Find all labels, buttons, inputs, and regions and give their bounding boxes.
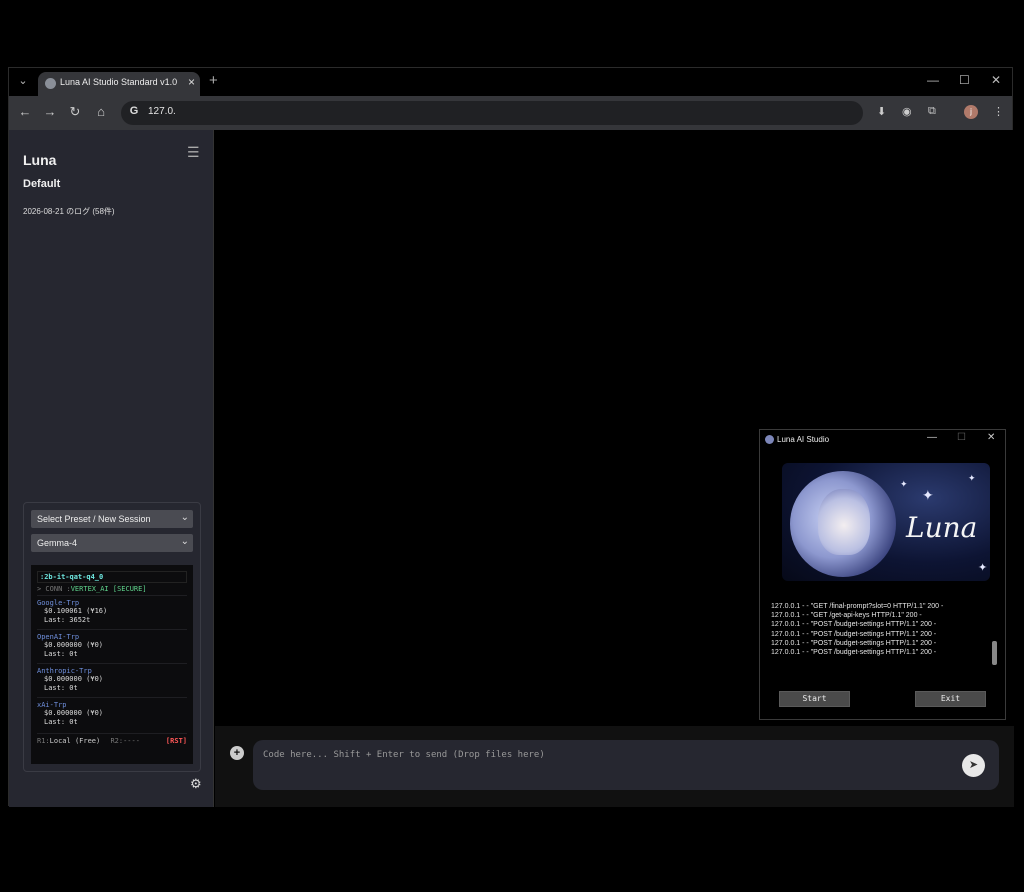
log-line: 127.0.0.1 - - "POST /budget-settings HTT… bbox=[771, 630, 937, 638]
hamburger-icon[interactable]: ☰ bbox=[187, 144, 200, 161]
forward-icon[interactable]: → bbox=[42, 104, 58, 119]
brand-wordmark: Luna bbox=[906, 511, 978, 544]
download-icon[interactable]: ⬇ bbox=[877, 105, 886, 118]
star-icon: ✦ bbox=[978, 562, 988, 574]
star-icon: ✦ bbox=[968, 473, 976, 483]
app-title: Luna AI Studio bbox=[777, 435, 830, 444]
reload-icon[interactable]: ↻ bbox=[67, 104, 83, 120]
provider-xai: xAi-Trp $0.000000 (¥0) Last: 0t bbox=[37, 697, 187, 729]
tab-strip: ⌄ Luna AI Studio Standard v1.0 × + — ☐ ✕ bbox=[9, 68, 1012, 96]
minimize-icon[interactable]: — bbox=[927, 432, 937, 443]
session-panel: Select Preset / New Session ⌄ Gemma-4 ⌄ … bbox=[23, 502, 201, 772]
provider-openai: OpenAI-Trp $0.000000 (¥0) Last: 0t bbox=[37, 629, 187, 661]
provider-last: Last: 0t bbox=[44, 718, 78, 726]
sidebar-title: Luna bbox=[23, 152, 57, 168]
star-icon: ✦ bbox=[922, 487, 934, 503]
provider-cost: $0.000000 (¥0) bbox=[44, 675, 104, 683]
r2-label: R2:---- bbox=[110, 737, 140, 745]
provider-cost: $0.000000 (¥0) bbox=[44, 641, 104, 649]
conn-value: VERTEX_AI [SECURE] bbox=[70, 585, 147, 593]
window-close-icon[interactable]: ✕ bbox=[991, 73, 1001, 87]
reset-button[interactable]: [RST] bbox=[166, 737, 187, 745]
provider-cost: $0.100061 (¥16) bbox=[44, 607, 108, 615]
send-icon[interactable]: ➤ bbox=[962, 754, 985, 777]
url-text[interactable]: 127.0. bbox=[148, 106, 176, 117]
maximize-icon[interactable]: ☐ bbox=[959, 73, 970, 87]
profile-avatar[interactable]: j bbox=[964, 105, 978, 119]
extensions-icon[interactable]: ⧉ bbox=[928, 105, 936, 118]
provider-anthropic: Anthropic-Trp $0.000000 (¥0) Last: 0t bbox=[37, 663, 187, 695]
back-icon[interactable]: ← bbox=[17, 104, 33, 119]
character-illustration bbox=[818, 489, 870, 555]
log-line: 127.0.0.1 - - "POST /budget-settings HTT… bbox=[771, 639, 937, 647]
maximize-icon: ☐ bbox=[957, 432, 966, 443]
provider-name: xAi-Trp bbox=[37, 701, 67, 709]
plus-icon[interactable]: + bbox=[230, 746, 244, 760]
provider-name: Google-Trp bbox=[37, 599, 80, 607]
minimize-icon[interactable]: — bbox=[927, 73, 939, 87]
gear-icon[interactable]: ⚙ bbox=[190, 776, 202, 792]
close-icon[interactable]: ✕ bbox=[987, 432, 995, 443]
provider-google: Google-Trp $0.100061 (¥16) Last: 3652t bbox=[37, 595, 187, 627]
chat-input[interactable] bbox=[263, 747, 943, 763]
log-entry[interactable]: 2026-08-21 のログ (58件) bbox=[23, 206, 115, 217]
conn-label: > CONN : bbox=[37, 585, 71, 593]
usage-terminal: :2b-it-qat-q4_0 > CONN :VERTEX_AI [SECUR… bbox=[31, 565, 193, 764]
start-button[interactable]: Start bbox=[779, 691, 850, 707]
provider-cost: $0.000000 (¥0) bbox=[44, 709, 104, 717]
chat-input-box: ➤ bbox=[253, 740, 999, 790]
app-icon bbox=[765, 435, 774, 444]
chevron-down-icon: ⌄ bbox=[180, 512, 189, 523]
model-id: :2b-it-qat-q4_0 bbox=[37, 571, 187, 583]
log-line: 127.0.0.1 - - "GET /get-api-keys HTTP/1.… bbox=[771, 612, 922, 620]
preset-select-value: Select Preset / New Session bbox=[37, 514, 151, 524]
provider-name: Anthropic-Trp bbox=[37, 667, 92, 675]
home-icon[interactable]: ⌂ bbox=[93, 104, 109, 119]
tab-close-icon[interactable]: × bbox=[188, 75, 195, 89]
sidebar: Luna ☰ Default 2026-08-21 のログ (58件) Sele… bbox=[9, 130, 214, 807]
google-icon: G bbox=[129, 105, 139, 117]
model-select-value: Gemma-4 bbox=[37, 538, 78, 548]
log-line: 127.0.0.1 - - "POST /budget-settings HTT… bbox=[771, 649, 937, 657]
sidebar-subtitle: Default bbox=[23, 178, 61, 190]
r1-label: R1: bbox=[37, 737, 50, 745]
tab-list-icon[interactable]: ⌄ bbox=[15, 74, 31, 90]
app-titlebar: Luna AI Studio — ☐ ✕ bbox=[760, 430, 1005, 449]
chevron-down-icon: ⌄ bbox=[180, 536, 189, 547]
log-line: 127.0.0.1 - - "GET /final-prompt?slot=0 … bbox=[771, 603, 944, 610]
route-status: R1:Local (Free) R2:---- [RST] bbox=[37, 733, 187, 745]
browser-toolbar: ← → ↻ ⌂ G 127.0. ⬇ ◉ ⧉ j ⋮ bbox=[9, 96, 1012, 130]
provider-last: Last: 0t bbox=[44, 684, 78, 692]
address-bar[interactable]: G 127.0. bbox=[121, 101, 863, 125]
star-icon: ✦ bbox=[900, 479, 908, 489]
luna-studio-window: Luna AI Studio — ☐ ✕ ✦ ✦ ✦ ✦ Luna 127.0.… bbox=[759, 429, 1006, 720]
r1-value: Local (Free) bbox=[49, 737, 101, 745]
tab-title: Luna AI Studio Standard v1.0 bbox=[60, 77, 178, 87]
favicon-icon bbox=[45, 78, 56, 89]
record-icon[interactable]: ◉ bbox=[902, 105, 912, 118]
provider-last: Last: 3652t bbox=[44, 616, 91, 624]
provider-name: OpenAI-Trp bbox=[37, 633, 80, 641]
provider-last: Last: 0t bbox=[44, 650, 78, 658]
luna-banner-image: ✦ ✦ ✦ ✦ Luna bbox=[782, 463, 990, 581]
log-scrollbar[interactable] bbox=[992, 641, 997, 665]
new-tab-icon[interactable]: + bbox=[209, 72, 218, 89]
composer: + ➤ bbox=[215, 726, 1014, 807]
exit-button[interactable]: Exit bbox=[915, 691, 986, 707]
preset-select[interactable]: Select Preset / New Session ⌄ bbox=[31, 510, 193, 528]
log-line: 127.0.0.1 - - "POST /budget-settings HTT… bbox=[771, 621, 937, 629]
connection-status: > CONN :VERTEX_AI [SECURE] bbox=[37, 585, 187, 593]
menu-icon[interactable]: ⋮ bbox=[993, 105, 1004, 118]
model-select[interactable]: Gemma-4 ⌄ bbox=[31, 534, 193, 552]
server-log: 127.0.0.1 - - "GET /final-prompt?slot=0 … bbox=[771, 602, 943, 657]
browser-tab[interactable]: Luna AI Studio Standard v1.0 × bbox=[38, 72, 200, 96]
